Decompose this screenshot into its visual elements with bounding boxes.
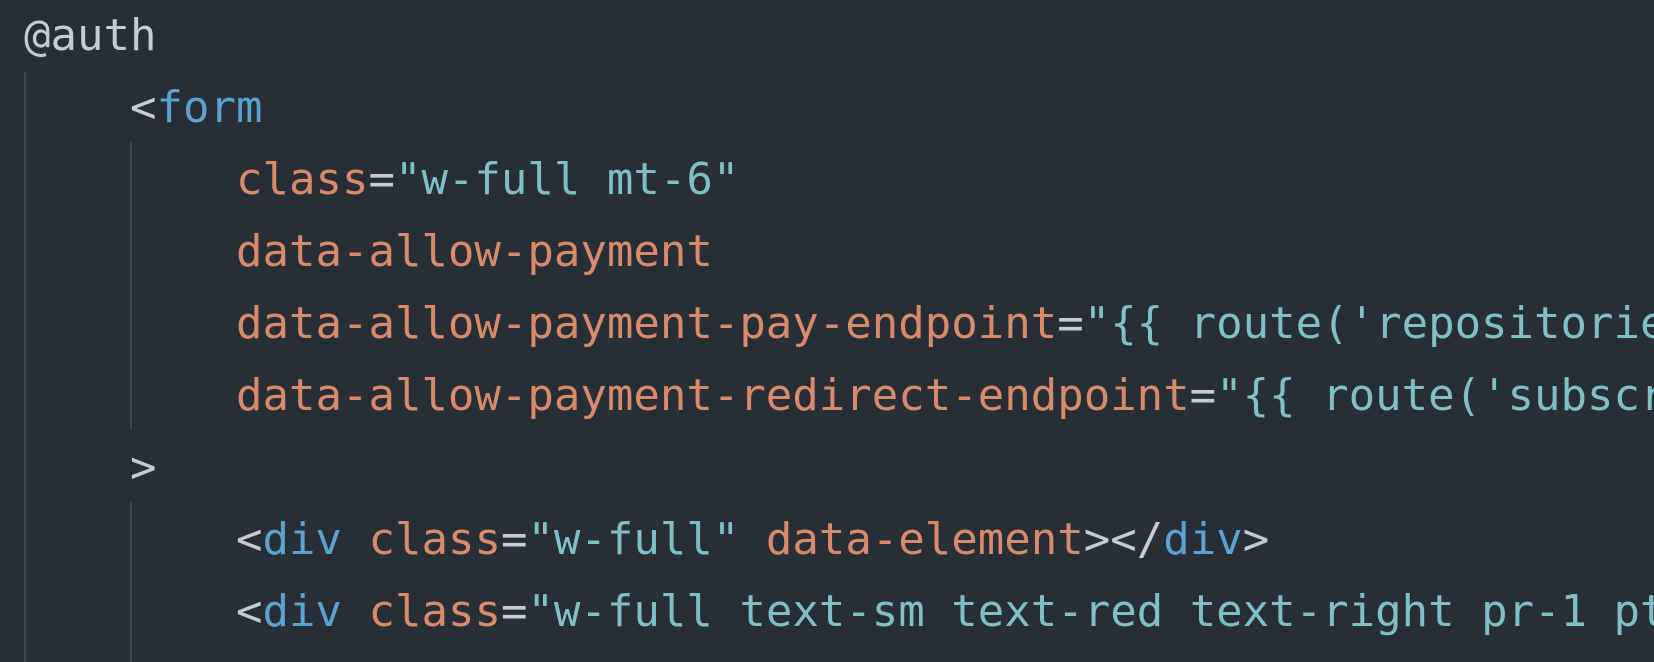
- open-bracket: <: [236, 586, 263, 637]
- attr-data-allow-payment: data-allow-payment: [236, 226, 713, 277]
- code-editor[interactable]: @auth <form class="w-full mt-6" data-all…: [0, 0, 1654, 662]
- code-line-1[interactable]: @auth: [24, 0, 156, 72]
- attr-class: class: [368, 586, 501, 637]
- equals-sign: =: [368, 154, 395, 205]
- attr-value-class: "w-full": [527, 514, 740, 565]
- attr-class: class: [368, 514, 501, 565]
- code-line-2[interactable]: <form: [130, 72, 262, 144]
- attr-class: class: [236, 154, 369, 205]
- open-bracket: <: [130, 82, 157, 133]
- code-line-5[interactable]: data-allow-payment-pay-endpoint="{{ rout…: [236, 288, 1654, 360]
- attr-value-redirect-endpoint: "{{ route('subscr: [1216, 370, 1654, 421]
- open-bracket: <: [236, 514, 263, 565]
- attr-data-element: data-element: [765, 514, 1084, 565]
- attr-value-pay-endpoint: "{{ route('repositorie: [1083, 298, 1654, 349]
- code-line-4[interactable]: data-allow-payment: [236, 216, 713, 288]
- indent-guide-level-1: [24, 72, 26, 662]
- attr-value-class: "w-full text-sm text-red text-right pr-1…: [527, 586, 1654, 637]
- close-bracket: >: [130, 442, 157, 493]
- code-line-9[interactable]: <div class="w-full text-sm text-red text…: [236, 576, 1654, 648]
- equals-sign: =: [1057, 298, 1084, 349]
- code-line-7[interactable]: >: [130, 432, 157, 504]
- tag-close-open-bracket: ></: [1083, 514, 1164, 565]
- equals-sign: =: [500, 586, 528, 637]
- code-line-6[interactable]: data-allow-payment-redirect-endpoint="{{…: [236, 360, 1654, 432]
- tag-form: form: [156, 82, 263, 133]
- close-bracket: >: [1242, 514, 1270, 565]
- attr-value-class: "w-full mt-6": [394, 154, 740, 205]
- blade-directive-auth: @auth: [24, 10, 157, 61]
- tag-div: div: [262, 586, 342, 637]
- tag-div: div: [262, 514, 342, 565]
- equals-sign: =: [1189, 370, 1217, 421]
- code-line-8[interactable]: <div class="w-full" data-element></div>: [236, 504, 1269, 576]
- equals-sign: =: [500, 514, 528, 565]
- code-line-3[interactable]: class="w-full mt-6": [236, 144, 739, 216]
- attr-pay-endpoint: data-allow-payment-pay-endpoint: [236, 298, 1058, 349]
- attr-redirect-endpoint: data-allow-payment-redirect-endpoint: [236, 370, 1190, 421]
- closing-tag-div: div: [1163, 514, 1243, 565]
- indent-guide-level-2-attrs: [130, 142, 132, 430]
- indent-guide-level-2-body: [130, 502, 132, 662]
